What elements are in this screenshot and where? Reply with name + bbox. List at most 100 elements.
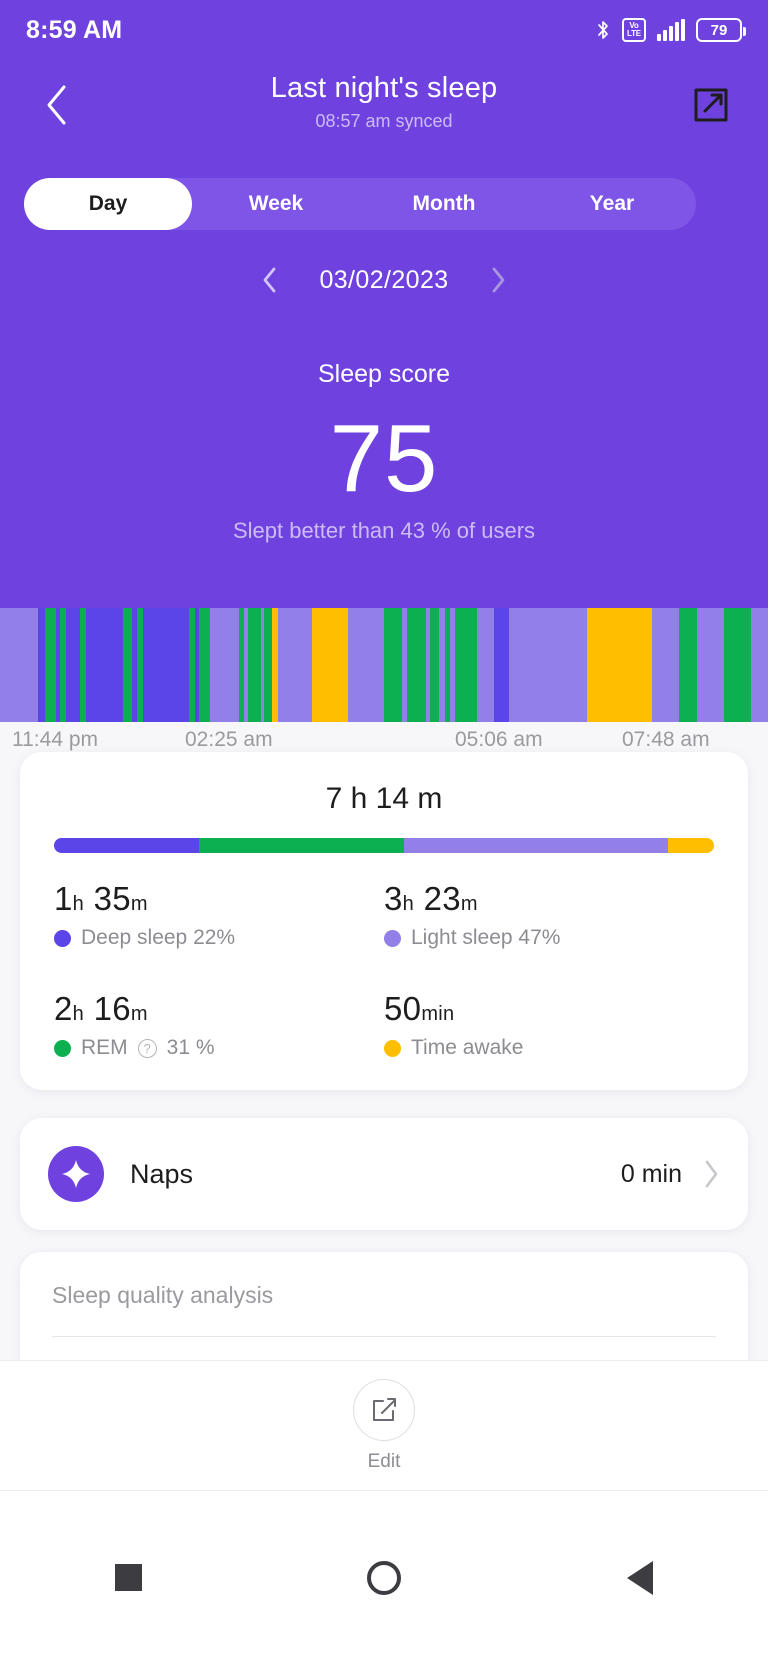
- recents-button[interactable]: [73, 1538, 183, 1618]
- sleep-detail-screen: 8:59 AM Vo LTE 79 Last night's sleep 08:…: [0, 0, 768, 1664]
- time-awake-label-row: Time awake: [384, 1036, 714, 1060]
- rem-minutes-value: 16: [93, 990, 131, 1027]
- rem-minutes-unit: m: [130, 1003, 148, 1025]
- period-tab-bar: Day Week Month Year: [24, 178, 696, 230]
- hypnogram-segment-light: [277, 608, 313, 722]
- stat-time-awake: 50min Time awake: [384, 990, 714, 1060]
- light-sleep-label-row: Light sleep 47%: [384, 926, 714, 950]
- stack-segment-rem: [199, 838, 404, 853]
- stack-segment-light: [403, 838, 668, 853]
- deep-sleep-duration: 1h 35m: [54, 880, 384, 918]
- next-day-button[interactable]: [483, 265, 513, 295]
- hypnogram-segment-awake: [312, 608, 349, 722]
- status-bar-clock: 8:59 AM: [26, 15, 123, 44]
- rem-hours-unit: h: [72, 1003, 85, 1025]
- edit-label: Edit: [367, 1450, 401, 1472]
- hypnogram-segment-rem: [247, 608, 261, 722]
- battery-icon: 79: [696, 18, 746, 42]
- home-button[interactable]: [329, 1538, 439, 1618]
- deep-minutes-unit: m: [130, 893, 148, 915]
- sleep-stage-hypnogram[interactable]: [0, 608, 768, 722]
- chevron-right-icon: [492, 267, 504, 293]
- hypnogram-segment-awake: [586, 608, 652, 722]
- hypnogram-segment-deep: [493, 608, 510, 722]
- volte-bottom-text: LTE: [627, 29, 641, 38]
- sleep-quality-analysis-card[interactable]: Sleep quality analysis: [20, 1252, 748, 1362]
- hypnogram-segment-rem: [455, 608, 478, 722]
- edit-button[interactable]: [353, 1378, 415, 1441]
- recents-square-icon: [114, 1564, 142, 1591]
- naps-card[interactable]: Naps 0 min: [20, 1118, 748, 1230]
- hypnogram-segment-deep: [85, 608, 123, 722]
- status-bar: 8:59 AM Vo LTE 79: [0, 0, 768, 60]
- back-button-nav[interactable]: [585, 1538, 695, 1618]
- awake-value: 50: [384, 990, 422, 1027]
- tab-week[interactable]: Week: [192, 178, 360, 230]
- naps-row[interactable]: Naps 0 min: [20, 1118, 748, 1230]
- rem-sleep-label-row: REM ? 31 %: [54, 1036, 384, 1060]
- awake-unit: min: [421, 1003, 455, 1025]
- rem-sleep-color-dot: [54, 1039, 71, 1057]
- stack-segment-deep: [54, 838, 200, 853]
- naps-chevron-button[interactable]: [702, 1159, 720, 1189]
- hypnogram-segment-rem: [122, 608, 133, 722]
- hypnogram-segment-rem: [724, 608, 751, 722]
- deep-minutes-value: 35: [93, 880, 131, 917]
- axis-tick-label: 11:44 pm: [12, 728, 98, 751]
- axis-tick-label: 07:48 am: [622, 728, 710, 751]
- hypnogram-segment-deep: [37, 608, 45, 722]
- stat-deep-sleep: 1h 35m Deep sleep 22%: [54, 880, 384, 950]
- light-hours-value: 3: [384, 880, 403, 917]
- signal-bars-icon: [657, 19, 685, 41]
- app-bar-titles: Last night's sleep 08:57 am synced: [0, 72, 768, 132]
- deep-sleep-label-row: Deep sleep 22%: [54, 926, 384, 950]
- hypnogram-segment-deep: [143, 608, 189, 722]
- light-sleep-duration: 3h 23m: [384, 880, 714, 918]
- rem-help-icon[interactable]: ?: [137, 1038, 157, 1058]
- sleep-score-value: 75: [329, 405, 439, 512]
- sparkle-star-icon: [48, 1146, 104, 1202]
- volte-icon: Vo LTE: [622, 18, 646, 42]
- hypnogram-segment-rem: [429, 608, 439, 722]
- sleep-stats-card: 7 h 14 m 1h 35m Deep sleep 22% 3h 23m Li…: [20, 752, 748, 1090]
- chevron-right-icon: [705, 1160, 718, 1188]
- bluetooth-icon: [598, 21, 608, 39]
- naps-label: Naps: [130, 1158, 194, 1189]
- time-awake-color-dot: [384, 1039, 401, 1057]
- axis-tick-label: 02:25 am: [185, 728, 273, 751]
- stack-segment-awake: [667, 838, 714, 853]
- light-sleep-color-dot: [384, 929, 401, 947]
- sleep-score-comparison: Slept better than 43 % of users: [232, 518, 536, 543]
- time-awake-duration: 50min: [384, 990, 714, 1028]
- chevron-left-icon: [264, 267, 276, 293]
- share-external-icon: [694, 88, 728, 122]
- hypnogram-segment-rem: [199, 608, 211, 722]
- hypnogram-segment-light: [348, 608, 385, 722]
- hypnogram-segment-rem: [264, 608, 273, 722]
- current-date-label: 03/02/2023: [319, 265, 449, 294]
- divider: [52, 1336, 716, 1337]
- stat-rem-sleep: 2h 16m REM ? 31 %: [54, 990, 384, 1060]
- deep-sleep-color-dot: [54, 929, 71, 947]
- page-title: Last night's sleep: [270, 72, 498, 104]
- hypnogram-segment-rem: [679, 608, 698, 722]
- light-minutes-unit: m: [460, 893, 478, 915]
- naps-value: 0 min: [620, 1159, 682, 1188]
- date-navigator: 03/02/2023: [0, 258, 768, 302]
- hypnogram-segment-light: [477, 608, 494, 722]
- tab-month[interactable]: Month: [360, 178, 528, 230]
- hypnogram-segment-light: [0, 608, 38, 722]
- previous-day-button[interactable]: [255, 265, 285, 295]
- tab-year[interactable]: Year: [528, 178, 696, 230]
- status-bar-icons: Vo LTE 79: [595, 18, 746, 42]
- tab-day[interactable]: Day: [24, 178, 192, 230]
- light-minutes-value: 23: [423, 880, 461, 917]
- axis-tick-label: 05:06 am: [455, 728, 543, 751]
- hypnogram-segment-rem: [44, 608, 57, 722]
- rem-sleep-duration: 2h 16m: [54, 990, 384, 1028]
- stat-light-sleep: 3h 23m Light sleep 47%: [384, 880, 714, 950]
- rem-hours-value: 2: [54, 990, 73, 1027]
- hypnogram-segment-rem: [384, 608, 403, 722]
- share-button[interactable]: [684, 78, 738, 132]
- hypnogram-segment-deep: [66, 608, 81, 722]
